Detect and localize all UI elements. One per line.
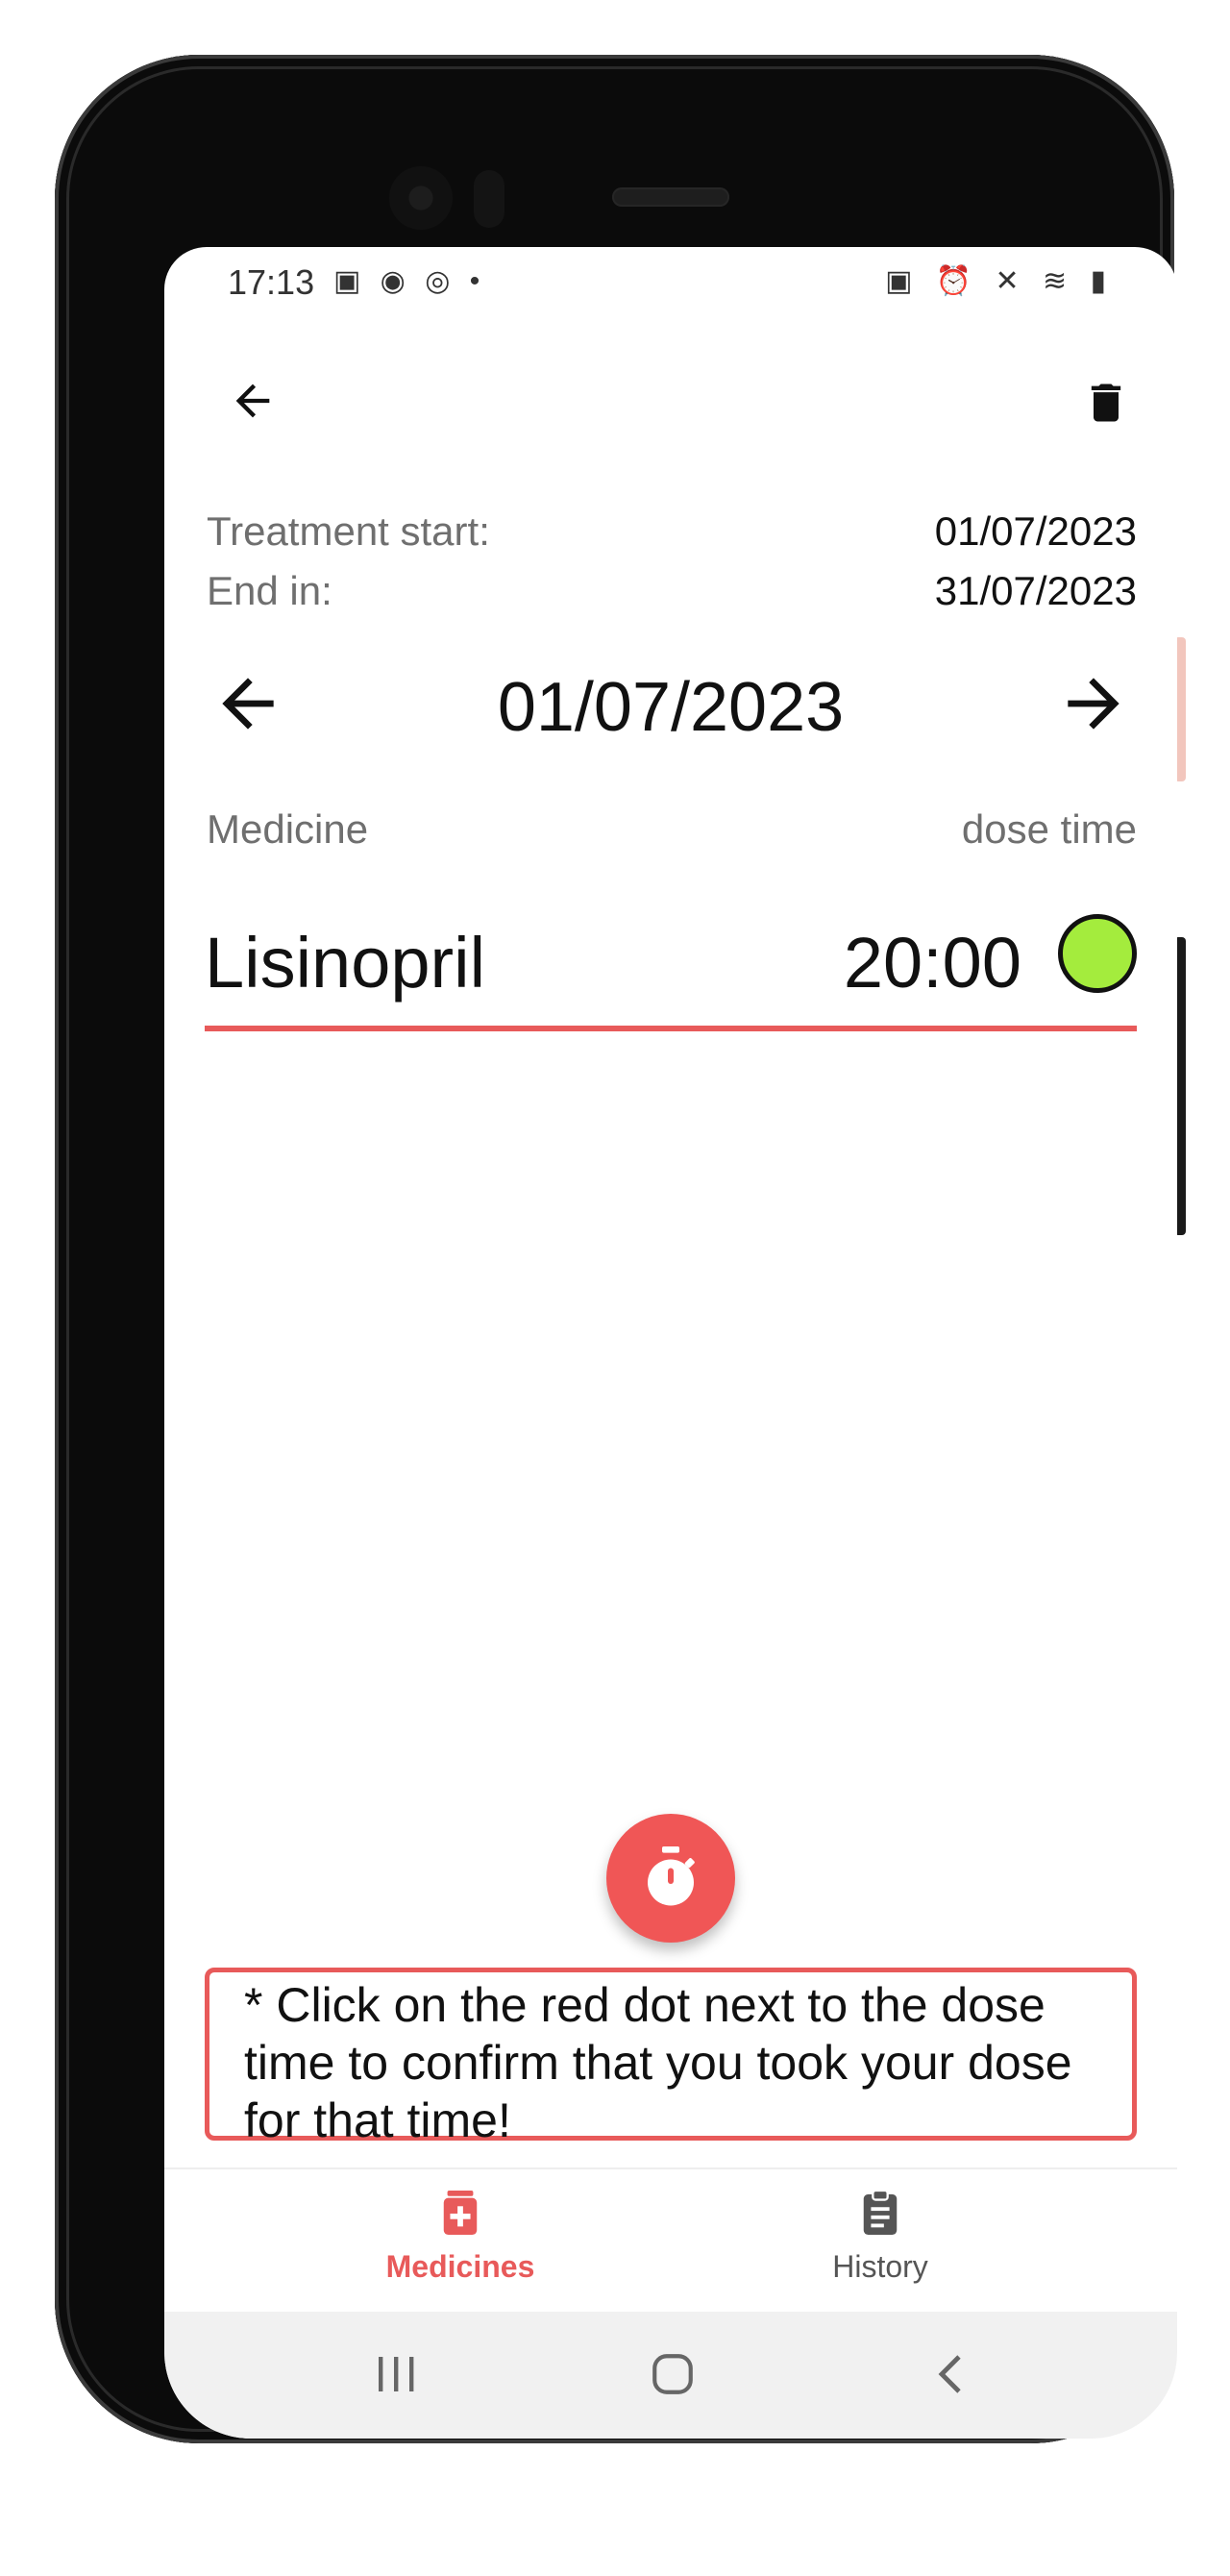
dose-row[interactable]: Lisinopril 20:00 (205, 901, 1137, 1031)
instruction-note: * Click on the red dot next to the dose … (205, 1968, 1137, 2147)
system-back-button[interactable] (908, 2341, 995, 2408)
home-button[interactable] (629, 2341, 716, 2408)
notification-icons: ▣ ◉ ◎ • (333, 265, 486, 297)
medicine-icon (443, 2191, 478, 2235)
recent-apps-icon (379, 2357, 414, 2391)
dose-time-column-header: dose time (961, 806, 1137, 852)
next-day-button[interactable] (1041, 651, 1146, 756)
trash-icon (1091, 384, 1121, 422)
nav-tab-history[interactable]: History (755, 2189, 1005, 2285)
arrow-left-icon (235, 384, 270, 418)
chevron-left-icon (938, 2355, 961, 2393)
delete-button[interactable] (1058, 355, 1154, 451)
dose-time: 20:00 (843, 923, 1021, 1003)
recent-apps-button[interactable] (353, 2341, 439, 2408)
treatment-start-label: Treatment start: (207, 508, 490, 554)
medicine-column-header: Medicine (207, 806, 369, 852)
front-camera (389, 166, 453, 230)
phone-frame: 17:13 ▣ ◉ ◎ • ▣ ⏰ ✕ ≋ ▮ Treatment start:… (55, 55, 1177, 2443)
status-bar: 17:13 ▣ ◉ ◎ • ▣ ⏰ ✕ ≋ ▮ (164, 247, 1177, 326)
nav-label-history: History (832, 2249, 928, 2284)
earpiece-speaker (612, 187, 729, 207)
nav-tab-medicines[interactable]: Medicines (335, 2189, 585, 2285)
timer-fab-button[interactable] (606, 1814, 735, 1943)
back-button[interactable] (205, 353, 301, 449)
stopwatch-icon (648, 1846, 695, 1906)
nav-label-medicines: Medicines (385, 2249, 535, 2284)
screen: 17:13 ▣ ◉ ◎ • ▣ ⏰ ✕ ≋ ▮ Treatment start:… (164, 247, 1177, 2439)
medicine-name: Lisinopril (205, 923, 486, 1003)
system-navigation-bar (164, 2312, 1177, 2439)
treatment-end-value: 31/07/2023 (934, 568, 1137, 613)
system-status-icons: ▣ ⏰ ✕ ≋ ▮ (885, 265, 1114, 297)
treatment-end-label: End in: (207, 568, 332, 613)
treatment-start-value: 01/07/2023 (934, 508, 1137, 554)
dose-status-dot[interactable] (1058, 914, 1137, 993)
bottom-navigation: Medicines History (164, 2167, 1177, 2314)
home-icon (652, 2354, 693, 2394)
status-time: 17:13 (228, 262, 315, 302)
current-date: 01/07/2023 (497, 669, 845, 746)
clipboard-icon (863, 2189, 898, 2235)
proximity-sensor (474, 170, 504, 228)
arrow-right-icon (1068, 678, 1119, 730)
